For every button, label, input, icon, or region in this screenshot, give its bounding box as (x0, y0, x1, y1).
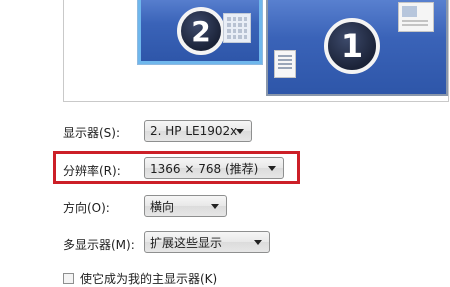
display-select-value: 2. HP LE1902x (150, 124, 238, 138)
chevron-down-icon (254, 240, 262, 245)
multiple-displays-select-value: 扩展这些显示 (150, 235, 223, 250)
monitor-2-number-badge: 2 (177, 7, 225, 55)
display-label: 显示器(S): (63, 126, 121, 140)
monitor-1-thumbnail[interactable]: 1 (266, 0, 448, 96)
orientation-label: 方向(O): (63, 201, 110, 215)
resolution-label: 分辨率(R): (63, 164, 121, 178)
chevron-down-icon (268, 166, 276, 171)
chevron-down-icon (236, 129, 244, 134)
main-display-checkbox[interactable] (63, 273, 74, 284)
multiple-displays-select[interactable]: 扩展这些显示 (144, 231, 270, 253)
main-display-option[interactable]: 使它成为我的主显示器(K) (63, 270, 217, 287)
resolution-select-value: 1366 × 768 (推荐) (150, 161, 259, 176)
main-display-checkbox-label: 使它成为我的主显示器(K) (80, 272, 218, 286)
orientation-select-value: 横向 (150, 199, 175, 214)
window-icon (398, 2, 434, 32)
monitor-2-thumbnail[interactable]: 2 (138, 0, 262, 64)
start-screen-icon (223, 13, 251, 43)
document-icon (274, 50, 296, 78)
orientation-select[interactable]: 横向 (144, 195, 227, 217)
display-select[interactable]: 2. HP LE1902x (144, 120, 252, 142)
chevron-down-icon (211, 204, 219, 209)
resolution-select[interactable]: 1366 × 768 (推荐) (144, 157, 284, 179)
multiple-displays-label: 多显示器(M): (63, 238, 135, 252)
monitor-1-number-badge: 1 (324, 18, 380, 74)
